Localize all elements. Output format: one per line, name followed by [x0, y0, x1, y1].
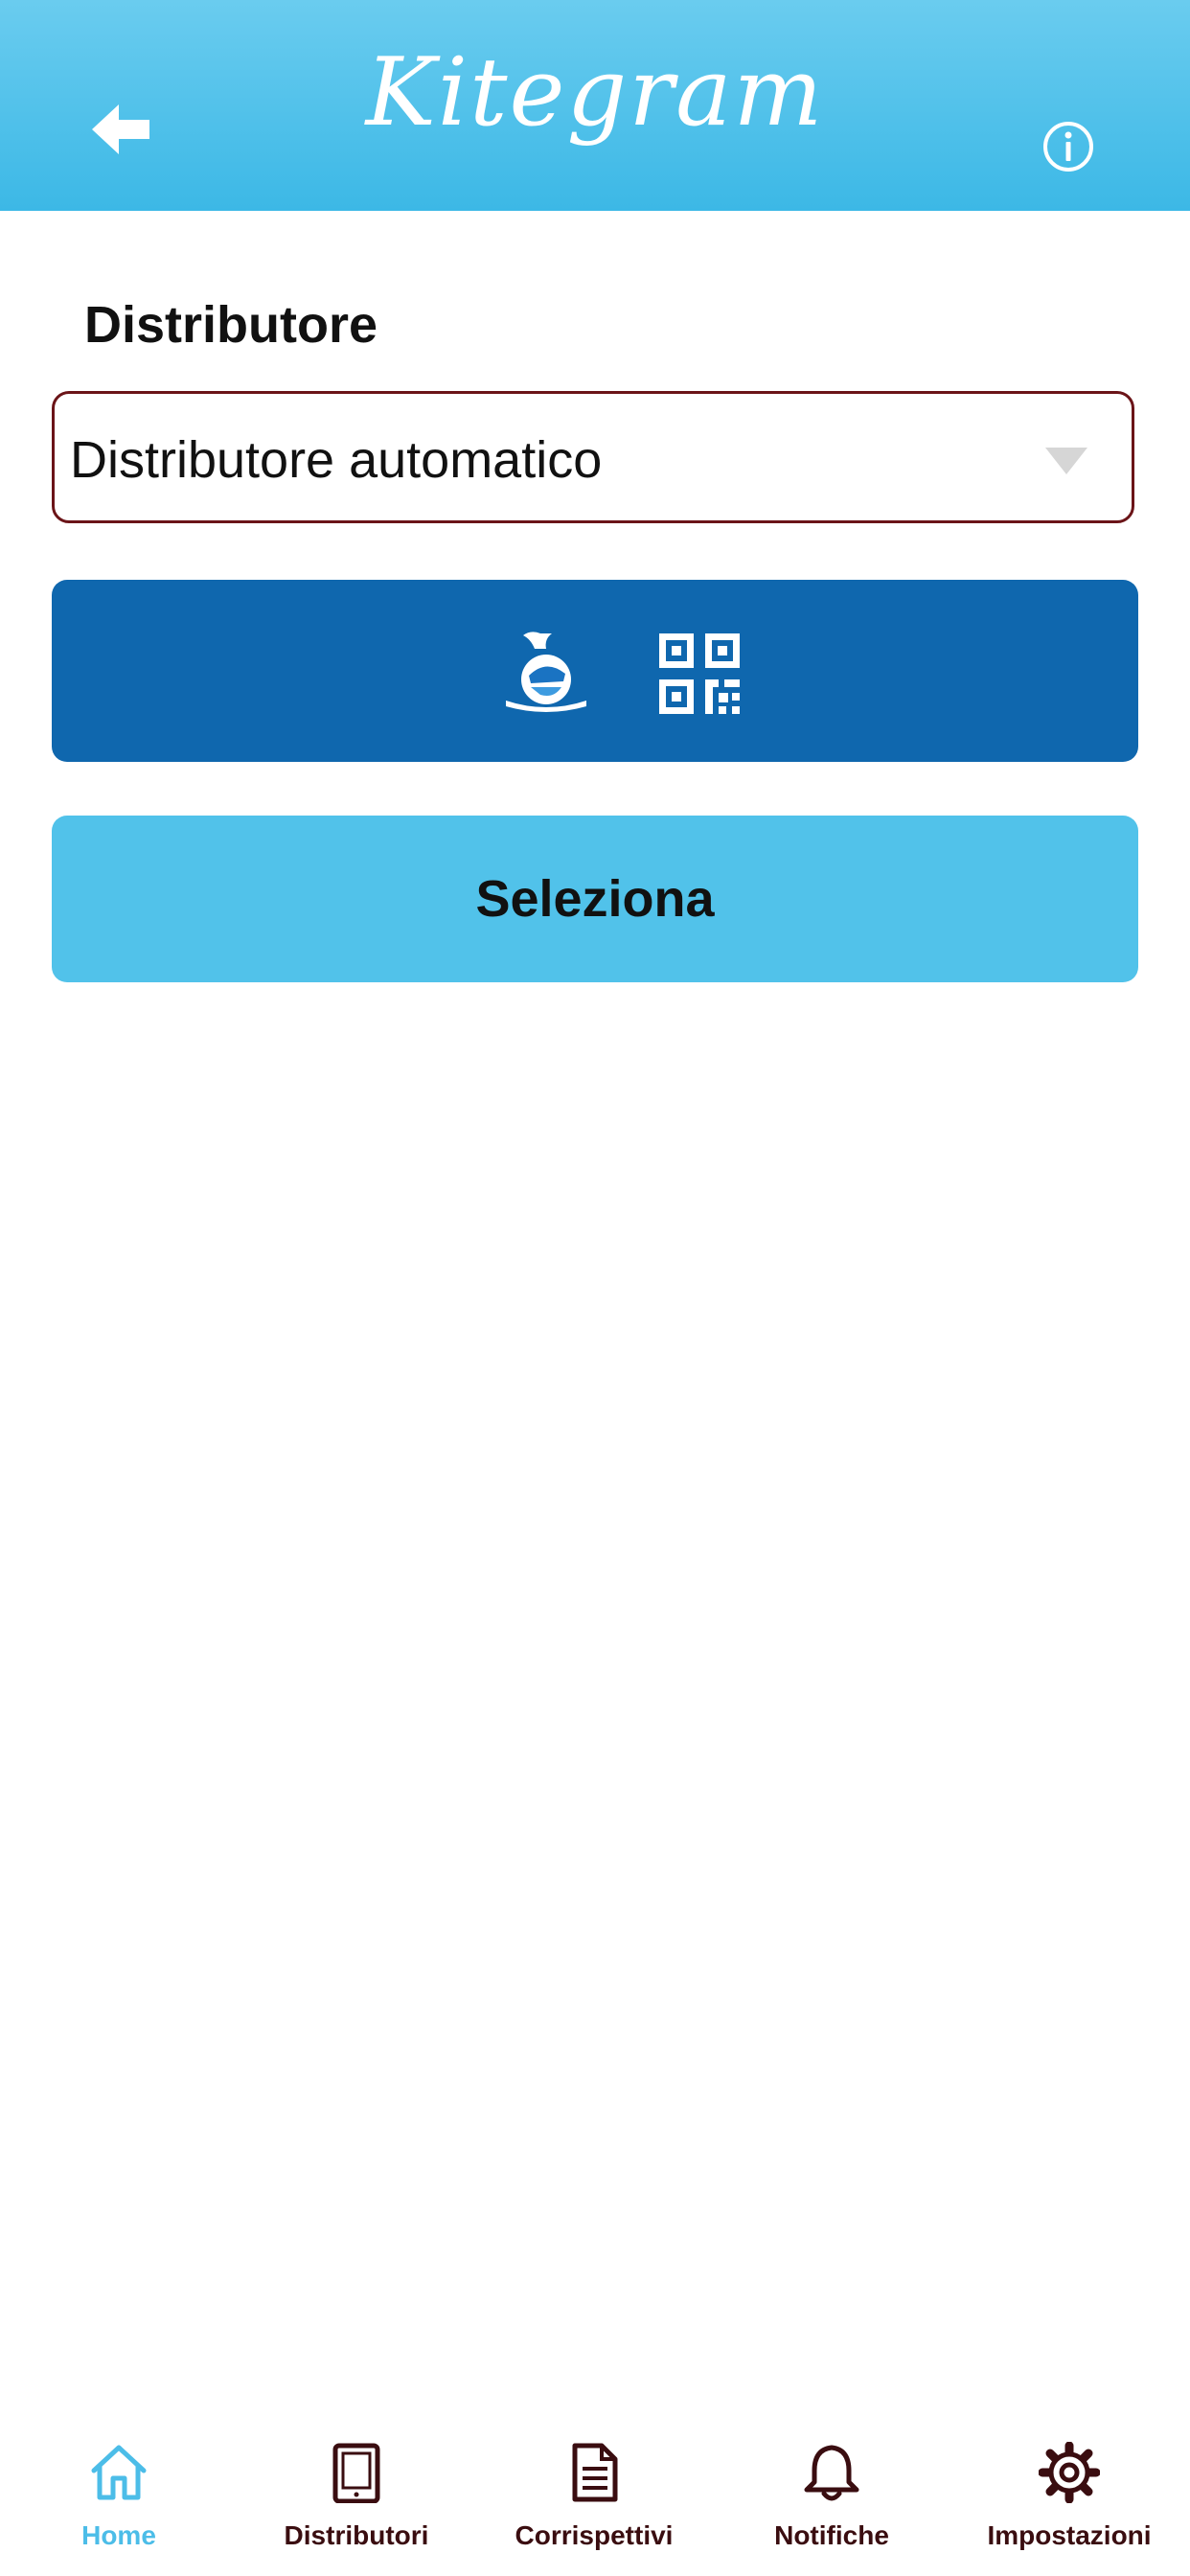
tab-distributori[interactable]: Distributori [238, 2415, 475, 2576]
tab-home-label: Home [81, 2520, 156, 2550]
distributor-label: Distributore [84, 296, 378, 354]
tab-corrispettivi-label: Corrispettivi [515, 2520, 674, 2550]
tab-impostazioni[interactable]: Impostazioni [950, 2415, 1188, 2576]
distributor-select-value: Distributore automatico [70, 431, 603, 489]
gear-icon [1039, 2442, 1100, 2503]
tab-impostazioni-label: Impostazioni [987, 2520, 1152, 2550]
bottom-tab-bar: Home Distributori Corrispettivi Notifich… [0, 2415, 1190, 2576]
tab-notifiche[interactable]: Notifiche [713, 2415, 950, 2576]
tab-corrispettivi[interactable]: Corrispettivi [475, 2415, 713, 2576]
chevron-down-icon [1045, 448, 1087, 474]
document-icon [572, 2443, 618, 2502]
app-header: Kitegram [0, 0, 1190, 211]
seleziona-button[interactable]: Seleziona [52, 816, 1138, 982]
seleziona-button-label: Seleziona [475, 870, 715, 928]
bell-icon [804, 2445, 859, 2501]
tab-home[interactable]: Home [0, 2415, 238, 2576]
tab-distributori-label: Distributori [284, 2520, 429, 2550]
scan-qr-button[interactable] [52, 580, 1138, 762]
distributor-select[interactable]: Distributore automatico [52, 391, 1134, 523]
tab-notifiche-label: Notifiche [774, 2520, 889, 2550]
info-icon [1043, 122, 1093, 172]
app-title: Kitegram [365, 38, 825, 148]
home-icon [91, 2445, 147, 2500]
info-button[interactable] [1039, 117, 1098, 176]
tablet-icon [332, 2443, 380, 2503]
qr-code-icon [659, 633, 740, 714]
agency-logo-icon [506, 632, 586, 712]
